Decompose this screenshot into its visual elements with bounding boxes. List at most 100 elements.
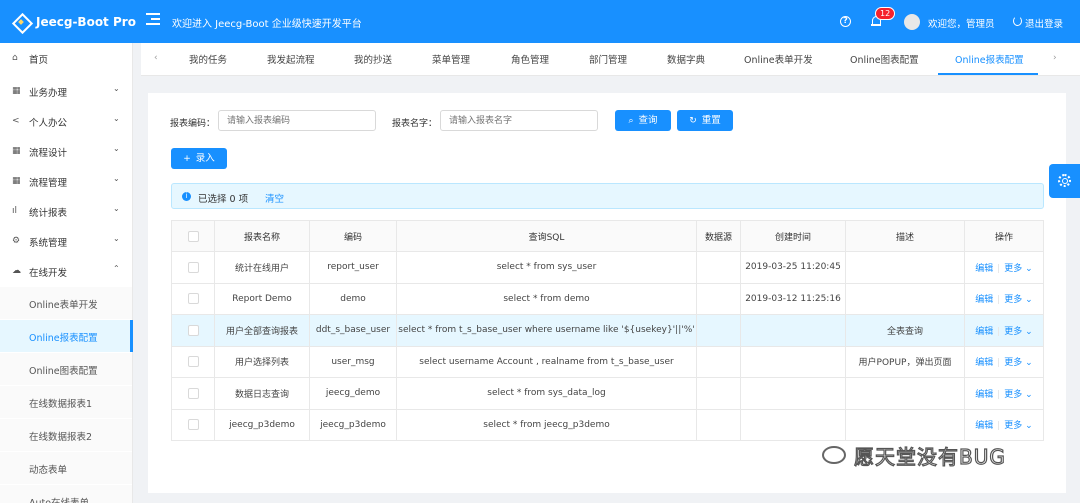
sidebar-item-online-dev[interactable]: ☁ 在线开发 ⌃ (0, 256, 132, 286)
tab-online-form[interactable]: Online表单开发 (744, 52, 813, 66)
tab-online-report[interactable]: Online报表配置 (955, 52, 1024, 66)
edit-link[interactable]: 编辑 (975, 264, 993, 274)
col-header-created[interactable]: 创建时间 (740, 220, 846, 252)
sidebar-sub-online-report[interactable]: Online报表配置 (0, 320, 133, 352)
chevron-down-icon: ⌄ (113, 144, 120, 153)
tab-data-dict[interactable]: 数据字典 (667, 52, 705, 66)
report-name-input[interactable] (440, 110, 598, 131)
sidebar-item-flow-design[interactable]: ▦ 流程设计 ⌄ (0, 136, 132, 166)
more-label: 更多 (1004, 421, 1023, 432)
search-icon: ⌕ (628, 116, 634, 126)
menu-fold-icon[interactable] (146, 13, 160, 27)
logout-link[interactable]: 退出登录 (1025, 16, 1063, 30)
table-row[interactable]: jeecg_p3demo jeecg_p3demo select * from … (171, 408, 1044, 441)
table-row[interactable]: 数据日志查询 jeecg_demo select * from sys_data… (171, 377, 1044, 410)
cell-code: report_user (309, 251, 397, 284)
table-row[interactable]: Report Demo demo select * from demo 2019… (171, 282, 1044, 315)
sidebar-sub-data-report-2[interactable]: 在线数据报表2 (0, 419, 132, 451)
action-divider (998, 358, 1000, 368)
main-card: 报表编码： 报表名字： ⌕ 查询 ↻ 重置 + 录入 i 已选择 0 项 清空 报表名… (148, 93, 1066, 493)
sidebar-sub-online-chart[interactable]: Online图表配置 (0, 353, 132, 385)
avatar[interactable] (904, 14, 920, 30)
cell-sql: select * from demo (396, 282, 697, 315)
sidebar-item-label: 流程设计 (29, 148, 68, 159)
sidebar-item-home[interactable]: ⌂ 首页 (0, 43, 132, 73)
tab-online-chart[interactable]: Online图表配置 (850, 52, 919, 66)
col-header-datasource[interactable]: 数据源 (696, 220, 741, 252)
row-checkbox[interactable] (187, 387, 199, 399)
sidebar-item-office[interactable]: < 个人办公 ⌄ (0, 106, 132, 136)
row-checkbox[interactable] (187, 356, 199, 368)
sidebar-item-label: 业务办理 (29, 88, 68, 99)
tab-menu-manage[interactable]: 菜单管理 (432, 52, 470, 66)
sidebar-sub-data-report-1[interactable]: 在线数据报表1 (0, 386, 132, 418)
cell-created: 2019-03-12 11:25:16 (740, 282, 846, 315)
table-row[interactable]: 统计在线用户 report_user select * from sys_use… (171, 251, 1044, 284)
col-header-code[interactable]: 编码 (309, 220, 397, 252)
edit-link[interactable]: 编辑 (975, 295, 993, 305)
table-row[interactable]: 用户选择列表 user_msg select username Account … (171, 345, 1044, 378)
cell-actions: 编辑 更多 ⌄ (964, 408, 1044, 441)
more-dropdown[interactable]: 更多 ⌄ (1004, 358, 1032, 368)
select-all-cell[interactable] (171, 220, 215, 252)
col-header-desc[interactable]: 描述 (845, 220, 965, 252)
sidebar-sub-online-form[interactable]: Online表单开发 (0, 287, 132, 319)
cell-created (740, 377, 846, 410)
row-checkbox[interactable] (187, 324, 199, 336)
clear-selection-link[interactable]: 清空 (265, 191, 284, 205)
edit-link[interactable]: 编辑 (975, 421, 993, 431)
tab-role-manage[interactable]: 角色管理 (511, 52, 549, 66)
cell-actions: 编辑 更多 ⌄ (964, 251, 1044, 284)
chevron-left-icon[interactable]: ‹ (154, 53, 158, 63)
reset-button[interactable]: ↻ 重置 (677, 110, 733, 131)
edit-link[interactable]: 编辑 (975, 390, 993, 400)
logout-icon[interactable] (1013, 16, 1022, 26)
chevron-right-icon[interactable]: › (1053, 53, 1057, 63)
cell-code: jeecg_demo (309, 377, 397, 410)
sidebar-item-system[interactable]: ⚙ 系统管理 ⌄ (0, 226, 132, 256)
sidebar-item-flow-manage[interactable]: ▦ 流程管理 ⌄ (0, 166, 132, 196)
col-header-name[interactable]: 报表名称 (214, 220, 310, 252)
tab-my-started[interactable]: 我发起流程 (267, 52, 315, 66)
action-divider (998, 326, 1000, 336)
row-checkbox[interactable] (187, 293, 199, 305)
more-dropdown[interactable]: 更多 ⌄ (1004, 295, 1032, 305)
row-select-cell[interactable] (171, 345, 215, 378)
row-select-cell[interactable] (171, 408, 215, 441)
sidebar-sub-label: Online报表配置 (29, 333, 98, 344)
sidebar-sub-auto-form[interactable]: Auto在线表单 (0, 485, 132, 503)
sidebar-sub-dynamic-form[interactable]: 动态表单 (0, 452, 132, 484)
select-all-checkbox[interactable] (187, 230, 199, 242)
table-row[interactable]: 用户全部查询报表 ddt_s_base_user select * from t… (171, 314, 1044, 347)
tab-dept-manage[interactable]: 部门管理 (589, 52, 627, 66)
user-greeting[interactable]: 欢迎您，管理员 (928, 16, 995, 30)
tab-my-cc[interactable]: 我的抄送 (354, 52, 392, 66)
add-button[interactable]: + 录入 (171, 148, 227, 169)
more-dropdown[interactable]: 更多 ⌄ (1004, 390, 1032, 400)
col-header-sql[interactable]: 查询SQL (396, 220, 697, 252)
edit-link[interactable]: 编辑 (975, 358, 993, 368)
row-checkbox[interactable] (187, 261, 199, 273)
more-dropdown[interactable]: 更多 ⌄ (1004, 421, 1032, 431)
cloud-icon: ☁ (12, 266, 21, 276)
help-icon[interactable]: ? (840, 16, 851, 27)
chevron-down-icon: ⌄ (1025, 263, 1033, 274)
tab-my-tasks[interactable]: 我的任务 (189, 52, 227, 66)
row-select-cell[interactable] (171, 251, 215, 284)
cell-actions: 编辑 更多 ⌄ (964, 345, 1044, 378)
app-logo[interactable]: Jeecg-Boot Pro (12, 0, 136, 43)
row-checkbox[interactable] (187, 419, 199, 431)
edit-link[interactable]: 编辑 (975, 327, 993, 337)
row-select-cell[interactable] (171, 377, 215, 410)
active-tab-indicator (938, 73, 1038, 75)
more-dropdown[interactable]: 更多 ⌄ (1004, 327, 1032, 337)
sidebar-item-reports[interactable]: ıl 统计报表 ⌄ (0, 196, 132, 226)
settings-drawer-button[interactable] (1049, 164, 1080, 198)
sidebar-item-label: 统计报表 (29, 208, 68, 219)
sidebar-item-business[interactable]: ▦ 业务办理 ⌄ (0, 76, 132, 106)
report-code-input[interactable] (218, 110, 376, 131)
row-select-cell[interactable] (171, 314, 215, 347)
row-select-cell[interactable] (171, 282, 215, 315)
query-button[interactable]: ⌕ 查询 (615, 110, 671, 131)
more-dropdown[interactable]: 更多 ⌄ (1004, 264, 1032, 274)
